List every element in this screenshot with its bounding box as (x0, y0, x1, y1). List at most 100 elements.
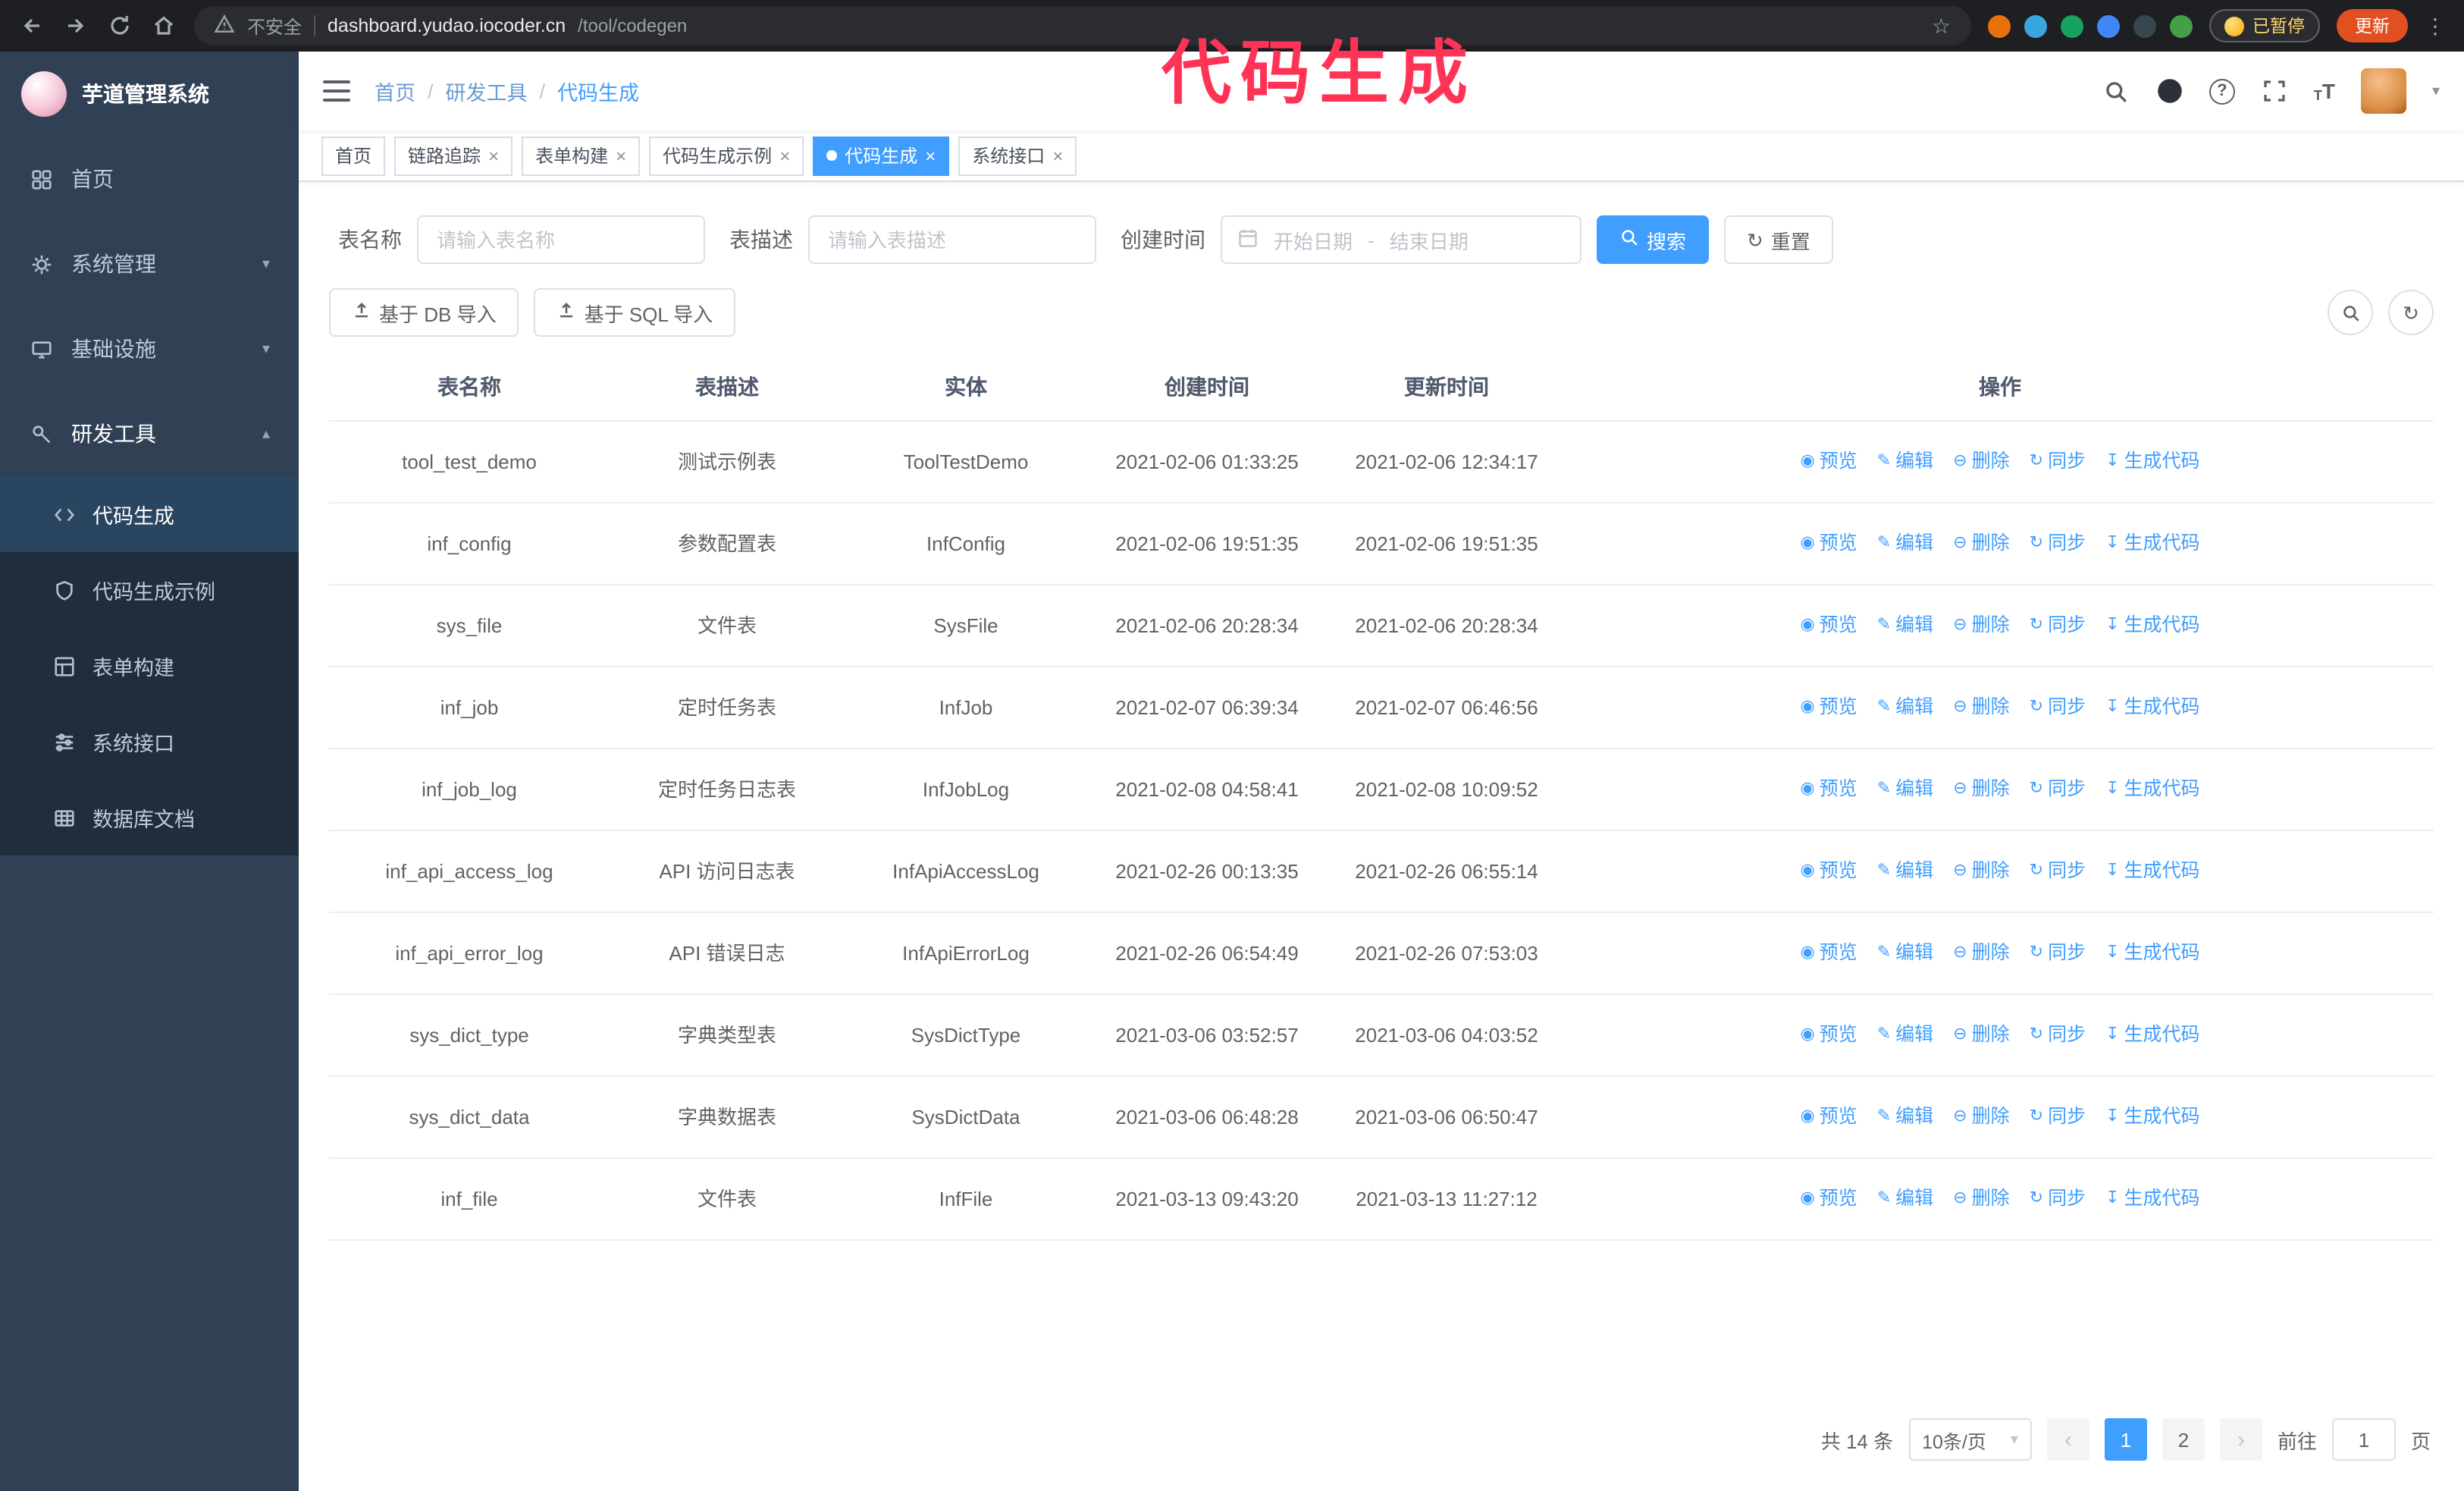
close-icon[interactable]: × (488, 146, 499, 165)
table-name-input[interactable] (417, 215, 705, 264)
action-preview[interactable]: ◉ 预览 (1800, 446, 1857, 477)
action-preview[interactable]: ◉ 预览 (1800, 855, 1857, 887)
bookmark-star-icon[interactable]: ☆ (1932, 13, 1951, 39)
github-icon[interactable] (2156, 77, 2183, 105)
action-sync[interactable]: ↻ 同步 (2030, 528, 2086, 559)
action-delete[interactable]: ⊖ 删除 (1953, 692, 2009, 723)
action-edit[interactable]: ✎ 编辑 (1877, 855, 1933, 887)
extension-icon[interactable] (2060, 14, 2083, 37)
home-icon[interactable] (150, 12, 177, 39)
action-delete[interactable]: ⊖ 删除 (1953, 1019, 2009, 1050)
action-preview[interactable]: ◉ 预览 (1800, 774, 1857, 805)
forward-icon[interactable] (62, 12, 89, 39)
extension-icon[interactable] (2024, 14, 2046, 37)
action-generate[interactable]: ↧ 生成代码 (2105, 528, 2199, 559)
action-edit[interactable]: ✎ 编辑 (1877, 1183, 1933, 1214)
paused-badge[interactable]: 已暂停 (2209, 9, 2320, 42)
action-sync[interactable]: ↻ 同步 (2030, 446, 2086, 477)
action-sync[interactable]: ↻ 同步 (2030, 692, 2086, 723)
action-generate[interactable]: ↧ 生成代码 (2105, 1019, 2199, 1050)
hamburger-icon[interactable] (323, 80, 350, 102)
action-generate[interactable]: ↧ 生成代码 (2105, 610, 2199, 641)
action-edit[interactable]: ✎ 编辑 (1877, 692, 1933, 723)
action-delete[interactable]: ⊖ 删除 (1953, 1183, 2009, 1214)
action-generate[interactable]: ↧ 生成代码 (2105, 855, 2199, 887)
action-edit[interactable]: ✎ 编辑 (1877, 610, 1933, 641)
search-button[interactable]: 搜索 (1597, 215, 1710, 264)
caret-down-icon[interactable]: ▾ (2432, 83, 2440, 99)
sidebar-item-devtools[interactable]: 研发工具 ▴ (0, 391, 299, 476)
page-size-select[interactable]: 10条/页 ▾ (1908, 1418, 2032, 1461)
action-edit[interactable]: ✎ 编辑 (1877, 937, 1933, 968)
action-delete[interactable]: ⊖ 删除 (1953, 528, 2009, 559)
action-sync[interactable]: ↻ 同步 (2030, 774, 2086, 805)
action-edit[interactable]: ✎ 编辑 (1877, 528, 1933, 559)
action-edit[interactable]: ✎ 编辑 (1877, 1019, 1933, 1050)
refresh-table-button[interactable]: ↻ (2388, 290, 2434, 335)
action-sync[interactable]: ↻ 同步 (2030, 610, 2086, 641)
action-sync[interactable]: ↻ 同步 (2030, 1101, 2086, 1132)
sidebar-item-codegen[interactable]: 代码生成 (0, 476, 299, 552)
close-icon[interactable]: × (925, 146, 936, 165)
action-sync[interactable]: ↻ 同步 (2030, 1183, 2086, 1214)
sidebar-item-codegen-example[interactable]: 代码生成示例 (0, 552, 299, 628)
action-delete[interactable]: ⊖ 删除 (1953, 937, 2009, 968)
prev-page-button[interactable]: ‹ (2046, 1418, 2089, 1461)
close-icon[interactable]: × (1052, 146, 1063, 165)
action-preview[interactable]: ◉ 预览 (1800, 937, 1857, 968)
action-generate[interactable]: ↧ 生成代码 (2105, 1101, 2199, 1132)
tab-codegen-example[interactable]: 代码生成示例 × (649, 136, 804, 175)
sidebar-item-db-doc[interactable]: 数据库文档 (0, 780, 299, 855)
action-delete[interactable]: ⊖ 删除 (1953, 1101, 2009, 1132)
update-button[interactable]: 更新 (2337, 9, 2408, 42)
extension-icon[interactable] (2133, 14, 2155, 37)
url-host[interactable]: dashboard.yudao.iocoder.cn (328, 15, 566, 36)
action-delete[interactable]: ⊖ 删除 (1953, 855, 2009, 887)
action-generate[interactable]: ↧ 生成代码 (2105, 1183, 2199, 1214)
action-delete[interactable]: ⊖ 删除 (1953, 774, 2009, 805)
url-path[interactable]: /tool/codegen (578, 15, 687, 36)
action-delete[interactable]: ⊖ 删除 (1953, 446, 2009, 477)
toggle-search-button[interactable] (2328, 290, 2373, 335)
sidebar-item-system[interactable]: 系统管理 ▾ (0, 221, 299, 306)
breadcrumb-home[interactable]: 首页 (375, 76, 415, 106)
reload-icon[interactable] (106, 12, 133, 39)
tab-api[interactable]: 系统接口 × (958, 136, 1077, 175)
action-edit[interactable]: ✎ 编辑 (1877, 1101, 1933, 1132)
action-sync[interactable]: ↻ 同步 (2030, 855, 2086, 887)
action-preview[interactable]: ◉ 预览 (1800, 692, 1857, 723)
address-bar[interactable]: 不安全 dashboard.yudao.iocoder.cn/tool/code… (194, 6, 1970, 46)
import-db-button[interactable]: 基于 DB 导入 (329, 288, 519, 337)
tab-trace[interactable]: 链路追踪 × (394, 136, 513, 175)
extension-icon[interactable] (2169, 14, 2192, 37)
action-delete[interactable]: ⊖ 删除 (1953, 610, 2009, 641)
reset-button[interactable]: ↻ 重置 (1724, 215, 1833, 264)
sidebar-logo[interactable]: 芋道管理系统 (0, 52, 299, 137)
action-preview[interactable]: ◉ 预览 (1800, 1019, 1857, 1050)
sidebar-item-home[interactable]: 首页 (0, 137, 299, 221)
action-preview[interactable]: ◉ 预览 (1800, 610, 1857, 641)
breadcrumb-devtools[interactable]: 研发工具 (446, 76, 528, 106)
extension-icon[interactable] (2096, 14, 2119, 37)
action-generate[interactable]: ↧ 生成代码 (2105, 937, 2199, 968)
action-sync[interactable]: ↻ 同步 (2030, 937, 2086, 968)
browser-menu-icon[interactable]: ⋮ (2425, 13, 2446, 39)
next-page-button[interactable]: › (2219, 1418, 2262, 1461)
table-desc-input[interactable] (808, 215, 1096, 264)
action-preview[interactable]: ◉ 预览 (1800, 528, 1857, 559)
tab-home[interactable]: 首页 (321, 136, 386, 175)
action-sync[interactable]: ↻ 同步 (2030, 1019, 2086, 1050)
security-warning-label[interactable]: 不安全 (247, 13, 302, 39)
action-edit[interactable]: ✎ 编辑 (1877, 446, 1933, 477)
action-preview[interactable]: ◉ 预览 (1800, 1101, 1857, 1132)
tab-form-builder[interactable]: 表单构建 × (522, 136, 641, 175)
help-icon[interactable]: ? (2209, 78, 2235, 104)
action-generate[interactable]: ↧ 生成代码 (2105, 692, 2199, 723)
action-edit[interactable]: ✎ 编辑 (1877, 774, 1933, 805)
close-icon[interactable]: × (779, 146, 790, 165)
close-icon[interactable]: × (616, 146, 626, 165)
action-generate[interactable]: ↧ 生成代码 (2105, 446, 2199, 477)
date-range-picker[interactable]: 开始日期 - 结束日期 (1221, 215, 1582, 264)
import-sql-button[interactable]: 基于 SQL 导入 (534, 288, 736, 337)
tab-codegen[interactable]: 代码生成 × (813, 136, 950, 175)
